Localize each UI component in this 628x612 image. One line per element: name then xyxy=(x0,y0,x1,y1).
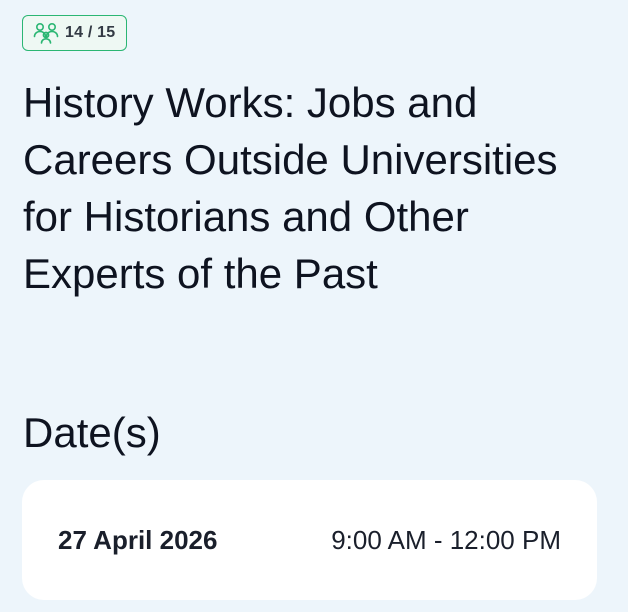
people-group-icon xyxy=(33,22,59,44)
date-card: 27 April 2026 9:00 AM - 12:00 PM xyxy=(22,480,597,600)
event-date: 27 April 2026 xyxy=(58,524,218,555)
capacity-badge: 14 / 15 xyxy=(22,15,128,51)
dates-heading: Date(s) xyxy=(23,409,161,456)
event-title: History Works: Jobs and Careers Outside … xyxy=(23,79,558,297)
capacity-count: 14 / 15 xyxy=(65,24,116,41)
event-time: 9:00 AM - 12:00 PM xyxy=(331,524,561,555)
